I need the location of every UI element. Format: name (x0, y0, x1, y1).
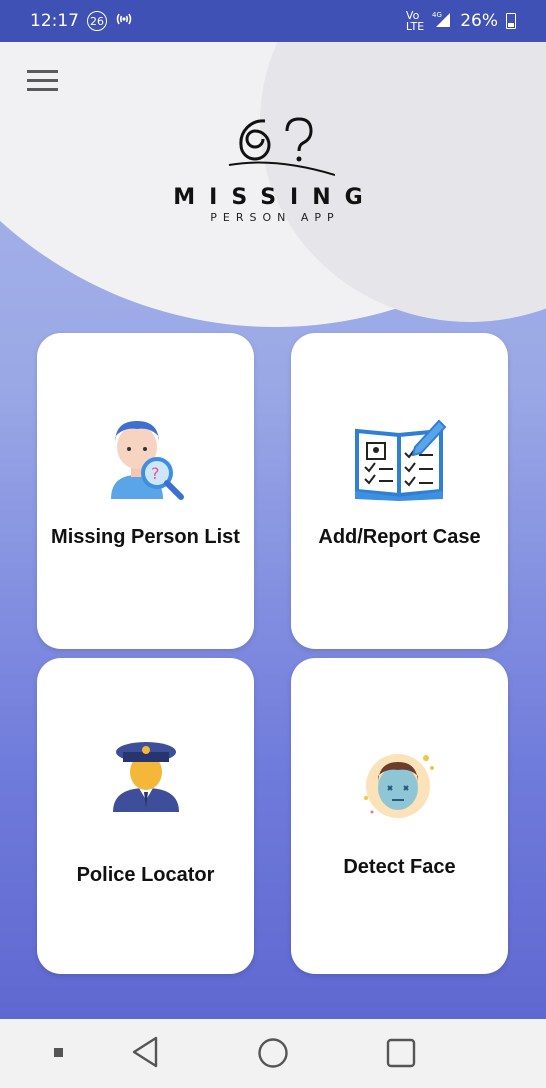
battery-percent: 26% (460, 11, 498, 31)
back-icon[interactable] (130, 1035, 160, 1069)
card-label: Missing Person List (51, 526, 240, 548)
card-label: Add/Report Case (318, 526, 481, 548)
battery-icon (506, 13, 516, 29)
main-content: MISSING PERSON APP ? Missing Person List (0, 42, 546, 1019)
app-logo: MISSING PERSON APP (170, 117, 380, 237)
face-detect-icon (363, 754, 434, 818)
add-report-case-card[interactable]: Add/Report Case (291, 333, 508, 649)
report-book-icon (354, 419, 446, 501)
police-locator-card[interactable]: Police Locator (37, 658, 254, 974)
navigation-bar (0, 1019, 546, 1088)
nav-menu-dot-icon[interactable] (54, 1048, 63, 1057)
volte-icon: Vo LTE (405, 9, 425, 33)
signal-icon: 4G (432, 11, 452, 32)
card-label: Police Locator (76, 864, 215, 886)
logo-title: MISSING (173, 185, 377, 210)
status-right: Vo LTE 4G 26% (406, 10, 516, 32)
logo-swirl-icon (228, 117, 335, 176)
status-bar: 12:17 26 Vo LTE 4G 26% (0, 0, 546, 42)
logo-subtitle: PERSON APP (210, 211, 340, 224)
recents-icon[interactable] (385, 1037, 417, 1069)
police-officer-icon (112, 742, 179, 812)
notification-badge: 26 (87, 11, 107, 31)
svg-text:?: ? (151, 464, 160, 483)
status-time: 12:17 (30, 11, 79, 31)
missing-person-icon: ? (110, 421, 184, 500)
home-icon[interactable] (257, 1037, 289, 1069)
hotspot-icon (115, 11, 133, 32)
missing-person-list-card[interactable]: ? Missing Person List (37, 333, 254, 649)
hamburger-menu-icon[interactable] (27, 70, 58, 92)
status-left: 12:17 26 (30, 11, 133, 32)
detect-face-card[interactable]: Detect Face (291, 658, 508, 974)
card-label: Detect Face (343, 856, 456, 878)
network-type: 4G (432, 11, 442, 19)
